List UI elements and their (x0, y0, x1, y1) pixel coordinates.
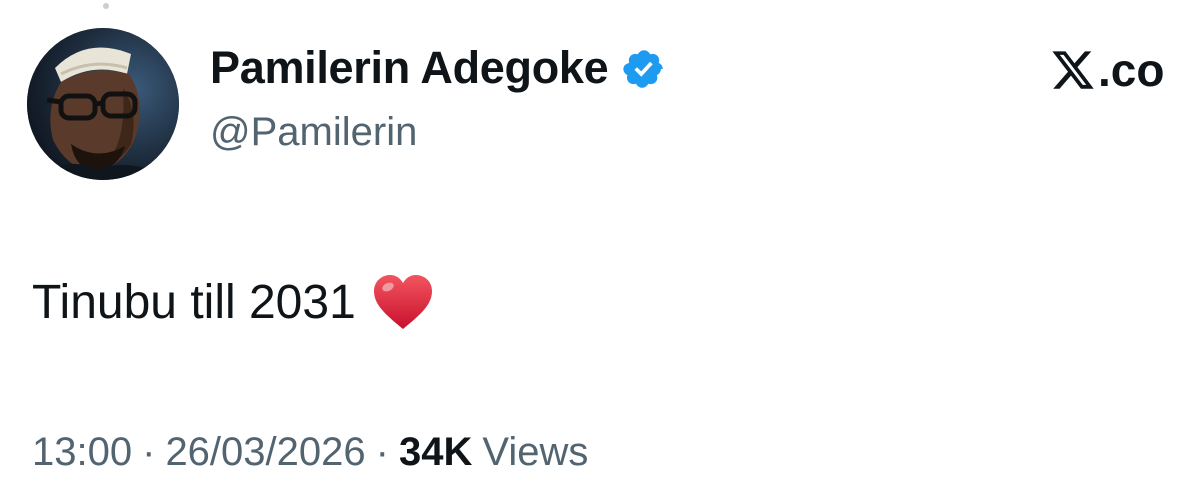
views-label[interactable]: Views (482, 430, 588, 475)
author-handle[interactable]: @Pamilerin (210, 110, 417, 155)
tweet-meta: 13:00 · 26/03/2026 · 34K Views (32, 427, 588, 477)
meta-separator: · (375, 429, 389, 474)
author-name-row[interactable]: Pamilerin Adegoke (210, 40, 666, 96)
decorative-dot (103, 3, 109, 9)
tweet-date[interactable]: 26/03/2026 (165, 430, 365, 475)
tweet-body: Tinubu till 2031 (32, 270, 434, 334)
brand-domain-text: .co (1098, 44, 1165, 96)
meta-separator: · (142, 429, 156, 474)
views-count[interactable]: 34K (399, 430, 472, 475)
red-heart-icon (372, 273, 434, 331)
tweet-text: Tinubu till 2031 (32, 275, 356, 329)
verified-badge-icon (622, 47, 666, 91)
x-logo-icon (1050, 47, 1096, 93)
avatar[interactable] (27, 28, 179, 180)
profile-photo (27, 28, 179, 180)
brand-watermark: .co (1050, 42, 1164, 98)
tweet-time[interactable]: 13:00 (32, 430, 132, 475)
author-display-name[interactable]: Pamilerin Adegoke (210, 42, 609, 94)
